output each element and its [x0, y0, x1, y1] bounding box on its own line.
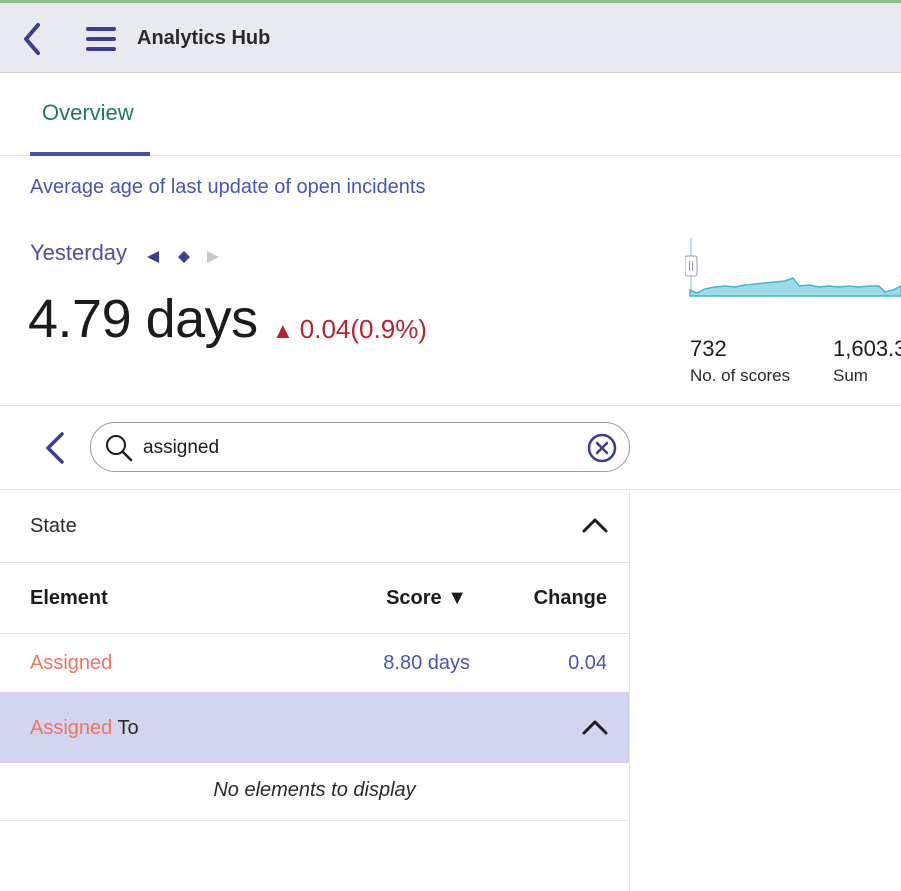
row-element[interactable]: Assigned — [30, 652, 112, 675]
sparkline-handle[interactable] — [684, 255, 698, 277]
metric-change: ▲ 0.04(0.9%) — [272, 314, 427, 345]
metric-value: 4.79 days — [28, 289, 258, 349]
change-value: 0.04 — [299, 314, 351, 344]
next-period-button[interactable] — [206, 250, 220, 263]
previous-period-button[interactable] — [146, 250, 160, 263]
menu-button[interactable] — [84, 23, 118, 55]
back-button[interactable] — [18, 21, 48, 57]
stat-sum-label: Sum — [833, 366, 868, 385]
breakdown-back-button[interactable] — [40, 428, 70, 468]
chevron-left-icon — [46, 432, 64, 464]
period-label: Yesterday — [30, 240, 128, 265]
diamond-icon — [178, 251, 190, 263]
active-tab-indicator — [30, 152, 150, 156]
triangle-right-icon — [207, 251, 219, 263]
group-header-assigned-to[interactable]: Assigned To — [0, 692, 629, 763]
column-header-score[interactable]: Score ▼ — [386, 587, 467, 610]
app-header: Analytics Hub — [0, 3, 901, 73]
stat-count-value: 732 — [690, 336, 727, 361]
table-row[interactable]: Assigned 8.80 days 0.04 — [0, 634, 629, 692]
breakdown-panel: State Element Score ▼ Change Assigned 8.… — [0, 490, 630, 891]
metric-title-link[interactable]: Average age of last update of open incid… — [30, 176, 425, 199]
stat-sum: 1,603.3 Sum — [833, 336, 901, 386]
current-period-button[interactable] — [178, 250, 190, 263]
app-title: Analytics Hub — [137, 27, 271, 49]
change-percent: (0.9%) — [350, 314, 427, 344]
search-box — [90, 422, 630, 472]
table-header: Element Score ▼ Change — [0, 562, 629, 634]
tab-label: Overview — [42, 100, 134, 125]
sparkline-area — [689, 277, 901, 297]
column-header-element[interactable]: Element — [30, 587, 108, 610]
search-match-highlight: Assigned — [30, 717, 113, 739]
chevron-left-icon — [24, 23, 40, 55]
search-icon — [106, 435, 133, 462]
sparkline-chart[interactable] — [684, 234, 901, 304]
group-label: Assigned To — [30, 717, 139, 740]
stat-count-label: No. of scores — [690, 366, 791, 385]
stat-count: 732 No. of scores — [690, 336, 790, 386]
empty-state-message: No elements to display — [0, 763, 629, 821]
trend-up-icon: ▲ — [272, 318, 294, 343]
section-divider — [0, 405, 901, 406]
clear-search-button[interactable] — [587, 433, 617, 463]
chevron-up-icon — [582, 518, 608, 533]
chevron-up-icon — [582, 720, 608, 735]
group-header-state[interactable]: State — [0, 490, 629, 562]
group-label-rest: To — [112, 717, 139, 739]
stat-sum-value: 1,603.3 — [833, 336, 901, 361]
row-score: 8.80 days — [383, 652, 470, 674]
close-circle-icon — [587, 433, 617, 463]
row-change: 0.04 — [568, 652, 607, 674]
group-label: State — [30, 515, 77, 537]
column-header-change[interactable]: Change — [534, 587, 607, 610]
tab-overview[interactable]: Overview — [30, 74, 150, 156]
hamburger-menu-icon — [86, 27, 116, 51]
tab-bar: Overview — [0, 74, 901, 156]
triangle-left-icon — [147, 251, 159, 263]
search-input[interactable] — [143, 433, 563, 463]
